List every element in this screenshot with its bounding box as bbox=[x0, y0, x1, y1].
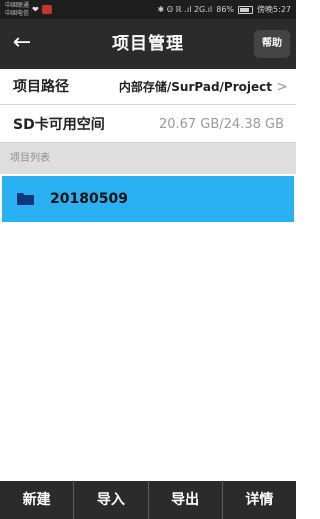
battery-icon bbox=[238, 5, 254, 14]
sd-space-label: SD卡可用空间 bbox=[13, 117, 105, 133]
sd-space-row: SD卡可用空间 20.67 GB/24.38 GB bbox=[0, 107, 296, 143]
carrier-name-1: 中国联通 bbox=[5, 1, 30, 9]
heart-icon: ❤ bbox=[32, 5, 39, 14]
export-button[interactable]: 导出 bbox=[149, 481, 223, 519]
list-item[interactable]: 20180509 bbox=[2, 176, 294, 222]
project-path-row[interactable]: 项目路径 内部存储/SurPad/Project > bbox=[0, 69, 296, 105]
carrier-name-2: 中国电信 bbox=[5, 9, 30, 17]
signal-icons: ✱ Ꙩ ℝ .ıl 2G.ıl bbox=[157, 5, 213, 14]
help-button[interactable]: 帮助 bbox=[254, 30, 290, 58]
project-list-label: 项目列表 bbox=[10, 153, 50, 164]
clock: 傍晚5:27 bbox=[257, 5, 291, 14]
project-path-label: 项目路径 bbox=[13, 79, 69, 95]
notification-icon bbox=[41, 5, 52, 14]
bottom-action-bar: 新建 导入 导出 详情 bbox=[0, 481, 296, 519]
folder-icon bbox=[17, 193, 34, 205]
carrier-labels: 中国联通 中国电信 bbox=[5, 2, 29, 18]
project-list-header: 项目列表 bbox=[0, 143, 296, 174]
project-path-value: 内部存储/SurPad/Project bbox=[118, 80, 272, 94]
import-button[interactable]: 导入 bbox=[74, 481, 149, 519]
details-button[interactable]: 详情 bbox=[223, 481, 296, 519]
app-toolbar: 项目管理 ← 帮助 bbox=[0, 19, 296, 69]
sd-space-value: 20.67 GB/24.38 GB bbox=[158, 117, 284, 132]
page-title: 项目管理 bbox=[112, 34, 184, 54]
new-button[interactable]: 新建 bbox=[0, 481, 75, 519]
chevron-right-icon: > bbox=[276, 79, 288, 95]
battery-percent: 86% bbox=[216, 5, 235, 14]
status-bar-left: 中国联通 中国电信 ❤ bbox=[5, 2, 52, 18]
status-bar-right: ✱ Ꙩ ℝ .ıl 2G.ıl 86% 傍晚5:27 bbox=[157, 4, 291, 15]
project-name: 20180509 bbox=[50, 191, 128, 207]
status-bar: 中国联通 中国电信 ❤ ✱ Ꙩ ℝ .ıl 2G.ıl 86% 傍晚5:27 bbox=[0, 0, 296, 19]
back-arrow-icon[interactable]: ← bbox=[8, 29, 36, 57]
